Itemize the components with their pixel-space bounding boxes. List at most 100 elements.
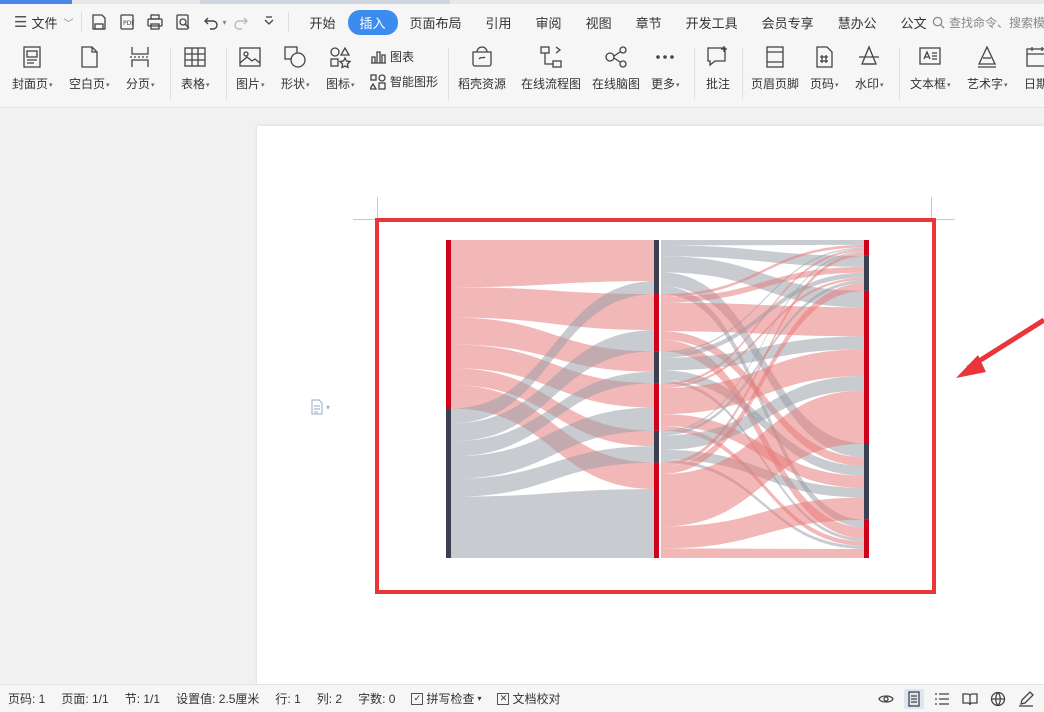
flowchart-icon	[540, 46, 562, 68]
date-label: 日期	[1024, 77, 1044, 91]
ribbon-separator	[742, 48, 743, 100]
page-number-status[interactable]: 页码: 1	[0, 690, 53, 707]
word-count-status[interactable]: 字数: 0	[350, 690, 403, 707]
margin-corner-mark	[931, 197, 932, 220]
tab-8[interactable]: 会员专享	[750, 10, 826, 35]
icon-library-button[interactable]: 图标▾	[326, 44, 355, 92]
header-footer-button[interactable]: 页眉页脚	[751, 44, 799, 92]
eye-protection-icon[interactable]	[876, 689, 896, 709]
outline-view-icon[interactable]	[932, 689, 952, 709]
search-placeholder: 查找命令、搜索模	[949, 16, 1044, 30]
tab-3[interactable]: 引用	[474, 10, 524, 35]
checkbox-icon: ✓	[411, 692, 424, 705]
web-view-icon[interactable]	[988, 689, 1008, 709]
chevron-down-icon: ▾	[326, 402, 331, 412]
table-icon	[184, 47, 206, 67]
docer-resources-icon	[472, 46, 492, 67]
page-break-label: 分页	[126, 77, 151, 91]
picture-icon	[239, 47, 261, 67]
spellcheck-toggle[interactable]: ✓ 拼写检查 ▾	[403, 690, 489, 707]
chevron-down-icon: ▾	[477, 694, 482, 703]
date-button[interactable]: 日期	[1024, 44, 1044, 92]
comment-button[interactable]: 批注	[705, 44, 731, 92]
mindmap-icon	[605, 46, 627, 68]
section-status[interactable]: 节: 1/1	[117, 690, 168, 707]
shape-label: 形状	[281, 77, 306, 91]
tab-5[interactable]: 视图	[574, 10, 624, 35]
menu-bar: ☰ 文件 ﹀ PDF ▾ 开始 插入 页面布局 引用 审阅 视图 章节 开发工具 会员专享 慧办公…	[0, 4, 1044, 40]
table-button[interactable]: 表格▾	[181, 44, 210, 92]
online-mindmap-button[interactable]: 在线脑图	[592, 44, 640, 92]
row-status[interactable]: 行: 1	[267, 690, 308, 707]
file-menu-label: 文件	[31, 15, 58, 31]
cover-page-label: 封面页	[12, 77, 49, 91]
column-status[interactable]: 列: 2	[309, 690, 350, 707]
page-number-button[interactable]: 页码▾	[810, 44, 839, 92]
tab-4[interactable]: 审阅	[524, 10, 574, 35]
ribbon-separator	[226, 48, 227, 100]
highlight-box	[375, 218, 936, 594]
view-switcher	[876, 689, 1036, 709]
page-number-label: 页码	[810, 77, 835, 91]
watermark-button[interactable]: 水印▾	[855, 44, 884, 92]
undo-icon[interactable]	[198, 10, 224, 34]
more-button[interactable]: 更多▾	[651, 44, 680, 92]
ribbon-separator	[170, 48, 171, 100]
smartart-button[interactable]: 智能图形	[370, 73, 438, 90]
redo-icon[interactable]	[228, 10, 254, 34]
proofread-button[interactable]: ✕ 文档校对	[489, 690, 568, 707]
customize-toolbar-icon[interactable]	[256, 10, 282, 34]
textbox-button[interactable]: 文本框▾	[910, 44, 951, 92]
page-view-icon[interactable]	[904, 689, 924, 709]
shape-button[interactable]: 形状▾	[281, 44, 310, 92]
tab-2[interactable]: 页面布局	[398, 10, 474, 35]
pages-status[interactable]: 页面: 1/1	[53, 690, 116, 707]
docer-resources-button[interactable]: 稻壳资源	[458, 44, 506, 92]
proofread-icon: ✕	[497, 692, 510, 705]
picture-button[interactable]: 图片▾	[236, 44, 265, 92]
tab-0[interactable]: 开始	[297, 10, 347, 35]
chevron-down-icon: ﹀	[63, 18, 74, 30]
chart-icon	[371, 50, 386, 64]
cover-page-button[interactable]: 封面页▾	[12, 44, 53, 92]
tab-7[interactable]: 开发工具	[674, 10, 750, 35]
export-pdf-icon[interactable]: PDF	[114, 10, 140, 34]
smartart-label: 智能图形	[390, 75, 439, 89]
tab-6[interactable]: 章节	[624, 10, 674, 35]
textbox-label: 文本框	[910, 77, 947, 91]
tab-1[interactable]: 插入	[347, 9, 398, 35]
comment-icon	[707, 46, 727, 67]
online-flowchart-button[interactable]: 在线流程图	[521, 44, 581, 92]
docer-resources-label: 稻壳资源	[458, 77, 507, 91]
print-preview-icon[interactable]	[170, 10, 196, 34]
command-search[interactable]: 查找命令、搜索模	[932, 14, 1044, 31]
undo-dropdown-icon[interactable]: ▾	[222, 18, 226, 27]
wordart-button[interactable]: 艺术字▾	[967, 44, 1008, 92]
tab-9[interactable]: 慧办公	[826, 10, 889, 35]
smartart-icon	[370, 73, 386, 90]
icon-library-icon	[330, 46, 352, 69]
ribbon-separator	[694, 48, 695, 100]
reading-view-icon[interactable]	[960, 689, 980, 709]
shape-icon	[284, 46, 306, 68]
paragraph-layout-icon[interactable]: ▾	[310, 399, 330, 415]
spellcheck-label: 拼写检查	[426, 692, 475, 706]
hamburger-icon: ☰	[14, 14, 28, 31]
save-icon[interactable]	[86, 10, 112, 34]
header-footer-label: 页眉页脚	[751, 77, 800, 91]
setting-value-status[interactable]: 设置值: 2.5厘米	[168, 690, 267, 707]
blank-page-icon	[81, 46, 98, 68]
file-menu[interactable]: ☰ 文件 ﹀	[0, 4, 81, 40]
blank-page-button[interactable]: 空白页▾	[69, 44, 110, 92]
chart-button[interactable]: 图表	[370, 48, 414, 65]
write-mode-icon[interactable]	[1016, 689, 1036, 709]
chart-label: 图表	[390, 50, 415, 64]
more-dots-icon	[656, 55, 675, 59]
calendar-icon	[1026, 47, 1044, 67]
textbox-icon	[919, 47, 941, 65]
ribbon-separator	[448, 48, 449, 100]
page-break-button[interactable]: 分页▾	[126, 44, 155, 92]
margin-corner-mark	[353, 219, 377, 220]
print-icon[interactable]	[142, 10, 168, 34]
online-mindmap-label: 在线脑图	[592, 77, 641, 91]
